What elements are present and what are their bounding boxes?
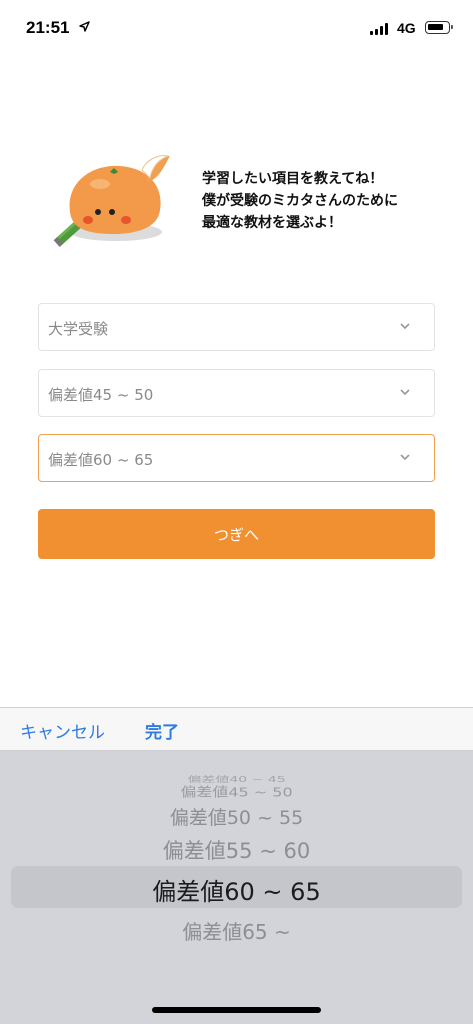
intro-message: 学習したい項目を教えてね！ 僕が受験のミカタさんのために 最適な教材を選ぶよ！	[202, 171, 398, 231]
cancel-button[interactable]: キャンセル	[20, 718, 105, 743]
picker-option[interactable]: 偏差値65 ~	[0, 916, 473, 945]
location-arrow-icon	[79, 21, 90, 32]
current-level-select[interactable]: 偏差値45 ~ 50	[38, 369, 435, 417]
network-label: 4G	[397, 20, 416, 36]
picker-option[interactable]: 偏差値45 ~ 50	[0, 781, 473, 800]
current-level-value: 偏差値45 ~ 50	[48, 386, 154, 404]
done-button[interactable]: 完了	[145, 718, 179, 743]
status-bar: 21:51 4G	[0, 0, 473, 56]
home-indicator	[152, 1007, 321, 1013]
level-picker-wheel[interactable]: 偏差値40 ~ 45 偏差値45 ~ 50 偏差値50 ~ 55 偏差値55 ~…	[0, 751, 473, 1024]
target-level-select[interactable]: 偏差値60 ~ 65	[38, 434, 435, 482]
status-time: 21:51	[26, 18, 70, 37]
battery-icon	[425, 21, 453, 34]
target-level-value: 偏差値60 ~ 65	[48, 451, 154, 469]
signal-icon	[370, 23, 388, 35]
picker-option-selected[interactable]: 偏差値60 ~ 65	[0, 872, 473, 907]
exam-category-select[interactable]: 大学受験	[38, 303, 435, 351]
chevron-down-icon	[400, 389, 410, 396]
picker-option[interactable]: 偏差値50 ~ 55	[0, 803, 473, 830]
chevron-down-icon	[400, 454, 410, 461]
picker-toolbar: キャンセル 完了	[0, 707, 473, 751]
picker-option[interactable]: 偏差値55 ~ 60	[0, 835, 473, 865]
exam-category-value: 大学受験	[48, 320, 109, 338]
orange-mascot-icon	[53, 155, 170, 247]
next-button[interactable]: つぎへ	[38, 509, 435, 559]
chevron-down-icon	[400, 323, 410, 330]
